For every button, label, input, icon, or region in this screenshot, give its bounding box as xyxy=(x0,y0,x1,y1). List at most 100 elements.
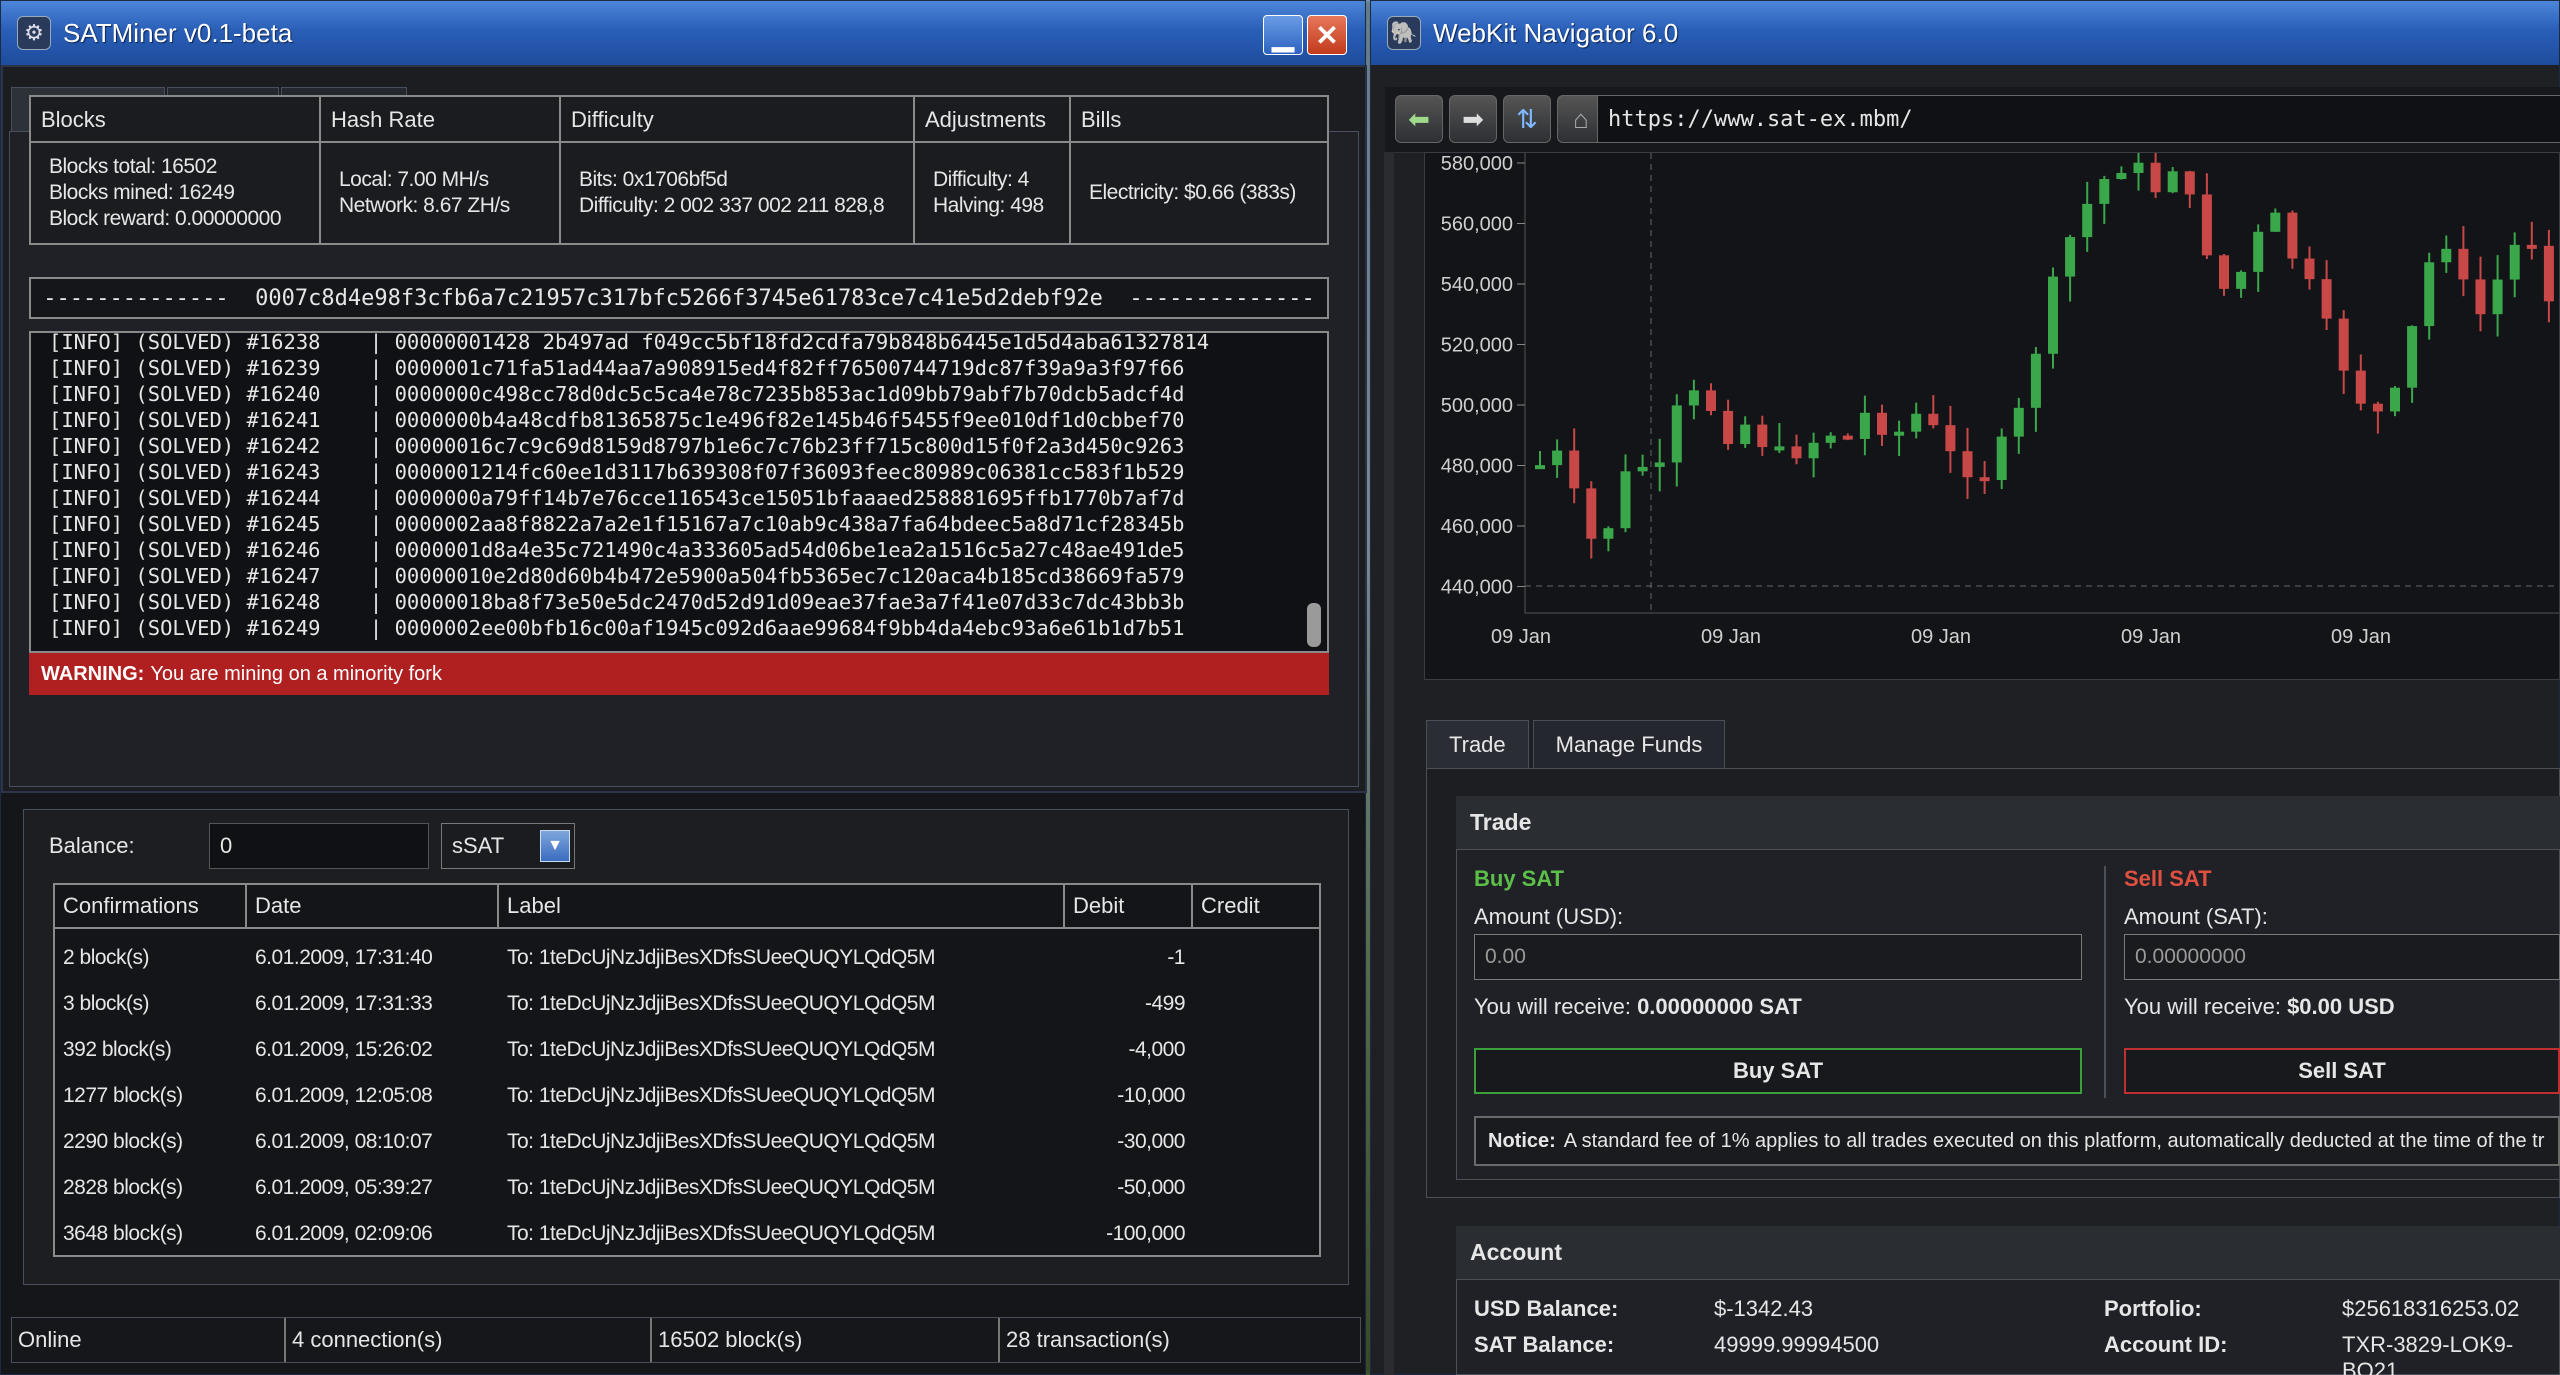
candle-body xyxy=(2543,245,2554,302)
candle-body xyxy=(2338,318,2349,371)
tab-trade[interactable]: Trade xyxy=(1426,720,1529,768)
sell-button[interactable]: Sell SAT xyxy=(2124,1048,2560,1094)
log-scroll-thumb[interactable] xyxy=(1307,603,1321,647)
portfolio-label: Portfolio: xyxy=(2104,1296,2202,1321)
close-button[interactable]: ✕ xyxy=(1307,15,1347,55)
blocks-header: Blocks xyxy=(41,107,106,132)
candle-body xyxy=(1552,450,1563,466)
candle-body xyxy=(1757,424,1768,448)
satminer-titlebar[interactable]: ⚙ SATMiner v0.1-beta ▁ ✕ xyxy=(1,1,1365,65)
cell-debit: -499 xyxy=(1144,992,1186,1015)
cell-credit xyxy=(1193,1027,1313,1073)
candle-body xyxy=(2321,279,2332,319)
table-row[interactable]: 392 block(s) 6.01.2009, 15:26:02 To: 1teDc… xyxy=(55,1027,1319,1073)
log-line: [INFO] (SOLVED) #16244 | 0000000a79ff14b… xyxy=(49,486,1185,510)
page-scrollbar[interactable] xyxy=(1384,152,1394,1375)
minimize-button[interactable]: ▁ xyxy=(1263,15,1303,55)
x-tick-label: 09 Jan xyxy=(2331,626,2391,648)
log-scrollbar[interactable] xyxy=(1307,339,1323,645)
table-row[interactable]: 1277 block(s) 6.01.2009, 12:05:08 To: 1teD… xyxy=(55,1073,1319,1119)
reload-button[interactable]: ⇅ xyxy=(1503,95,1551,143)
candle-body xyxy=(2424,262,2435,327)
back-button[interactable]: ⬅ xyxy=(1395,95,1443,143)
candle-body xyxy=(2287,212,2298,259)
notice-label: Notice: xyxy=(1488,1129,1556,1152)
buy-receive: You will receive: 0.00000000 SAT xyxy=(1474,994,1802,1020)
candle-body xyxy=(2372,403,2383,412)
blocks-column: Blocks Blocks total: 16502 Blocks mined:… xyxy=(31,97,321,243)
candle-body xyxy=(1894,431,1905,436)
console-log[interactable]: [INFO] (SOLVED) #16238 | 00000001428 2b4… xyxy=(29,331,1329,653)
cell-conf: 2 block(s) xyxy=(63,946,150,969)
sell-receive-prefix: You will receive: xyxy=(2124,994,2281,1019)
local-hashrate: Local: 7.00 MH/s xyxy=(339,168,489,191)
usd-balance-value: $-1342.43 xyxy=(1714,1296,1814,1321)
candle-body xyxy=(1671,405,1682,463)
col-label[interactable]: Label xyxy=(499,885,1065,929)
table-row[interactable]: 3 block(s) 6.01.2009, 17:31:33 To: 1teDcUj… xyxy=(55,981,1319,1027)
candle-body xyxy=(1723,410,1734,445)
x-tick-label: 09 Jan xyxy=(1911,626,1971,648)
candle-body xyxy=(2116,172,2127,180)
block-reward: Block reward: 0.00000000 xyxy=(49,207,282,230)
cell-conf: 3648 block(s) xyxy=(63,1222,183,1245)
browser-titlebar[interactable]: 🐘 WebKit Navigator 6.0 xyxy=(1371,1,2559,65)
plot-frame xyxy=(1524,153,2559,614)
candle-body xyxy=(2133,162,2144,173)
sell-amount-input[interactable]: 0.00000000 xyxy=(2124,934,2560,980)
col-date[interactable]: Date xyxy=(247,885,499,929)
candle-body xyxy=(1586,488,1597,539)
y-tick-label: 580,000 xyxy=(1441,153,1513,175)
warning-label: WARNING: xyxy=(41,662,145,685)
satminer-window: ⚙ SATMiner v0.1-beta ▁ ✕ Dashboard Miner… xyxy=(0,0,1367,1375)
y-tick-label: 500,000 xyxy=(1441,395,1513,417)
table-row[interactable]: 3648 block(s) 6.01.2009, 02:09:06 To: 1teD… xyxy=(55,1211,1319,1257)
x-tick-label: 09 Jan xyxy=(1491,626,1551,648)
forward-button[interactable]: ➡ xyxy=(1449,95,1497,143)
buy-button[interactable]: Buy SAT xyxy=(1474,1048,2082,1094)
col-credit[interactable]: Credit xyxy=(1193,885,1319,929)
portfolio-value: $25618316253.02 xyxy=(2342,1296,2520,1321)
cell-date: 6.01.2009, 17:31:33 xyxy=(255,992,433,1015)
col-debit[interactable]: Debit xyxy=(1065,885,1193,929)
table-row[interactable]: 2 block(s) 6.01.2009, 17:31:40 To: 1teDcUj… xyxy=(55,935,1319,981)
status-blocks: 16502 block(s) xyxy=(650,1318,998,1362)
buy-amount-input[interactable]: 0.00 xyxy=(1474,934,2082,980)
log-lines: [INFO] (SOLVED) #16238 | 00000001428 2b4… xyxy=(49,333,1209,641)
halving: Halving: 498 xyxy=(933,194,1044,217)
hashrate-column: Hash Rate Local: 7.00 MH/s Network: 8.67… xyxy=(321,97,561,243)
status-transactions: 28 transaction(s) xyxy=(998,1318,1360,1362)
candle-body xyxy=(1825,435,1836,443)
candle-body xyxy=(1877,412,1887,435)
log-line: [INFO] (SOLVED) #16241 | 0000000b4a48cdf… xyxy=(49,408,1185,432)
candle-body xyxy=(2099,179,2110,204)
table-row[interactable]: 2290 block(s) 6.01.2009, 08:10:07 To: 1teD… xyxy=(55,1119,1319,1165)
status-connections: 4 connection(s) xyxy=(284,1318,650,1362)
candlestick-chart: 580,000 560,000 540,000 520,000 500,000 480,0… xyxy=(1441,153,2559,648)
candle-body xyxy=(2065,237,2076,277)
cell-credit xyxy=(1193,981,1313,1027)
address-bar[interactable]: https://www.sat-ex.mbm/ xyxy=(1597,95,2560,143)
tab-manage-funds[interactable]: Manage Funds xyxy=(1532,720,1726,768)
sell-receive-value: $0.00 USD xyxy=(2287,994,2395,1019)
sell-title: Sell SAT xyxy=(2124,866,2212,891)
home-icon: ⌂ xyxy=(1573,103,1589,134)
table-row[interactable]: 2828 block(s) 6.01.2009, 05:39:27 To: 1teD… xyxy=(55,1165,1319,1211)
candle-body xyxy=(1962,451,1973,478)
cell-label: To: 1teDcUjNzJdjiBesXDfsSUeeQUQYLQdQ5M xyxy=(507,1084,935,1107)
cell-label: To: 1teDcUjNzJdjiBesXDfsSUeeQUQYLQdQ5M xyxy=(507,1038,935,1061)
close-icon: ✕ xyxy=(1315,19,1339,51)
cell-debit: -1 xyxy=(1167,946,1185,969)
browser-title: WebKit Navigator 6.0 xyxy=(1433,17,1679,48)
col-confirmations[interactable]: Confirmations xyxy=(55,885,247,929)
candle-body xyxy=(2509,244,2520,280)
log-line: [INFO] (SOLVED) #16240 | 0000000c498cc78… xyxy=(49,382,1185,406)
blocks-mined: Blocks mined: 16249 xyxy=(49,181,235,204)
balance-field[interactable]: 0 xyxy=(209,823,429,869)
adjustments-column: Adjustments Difficulty: 4 Halving: 498 xyxy=(915,97,1071,243)
x-tick-label: 09 Jan xyxy=(1701,626,1761,648)
candle-body xyxy=(2048,276,2058,354)
cell-credit xyxy=(1193,1211,1313,1257)
unit-select[interactable]: sSAT ▼ xyxy=(441,823,575,869)
chevron-down-icon[interactable]: ▼ xyxy=(540,830,570,862)
